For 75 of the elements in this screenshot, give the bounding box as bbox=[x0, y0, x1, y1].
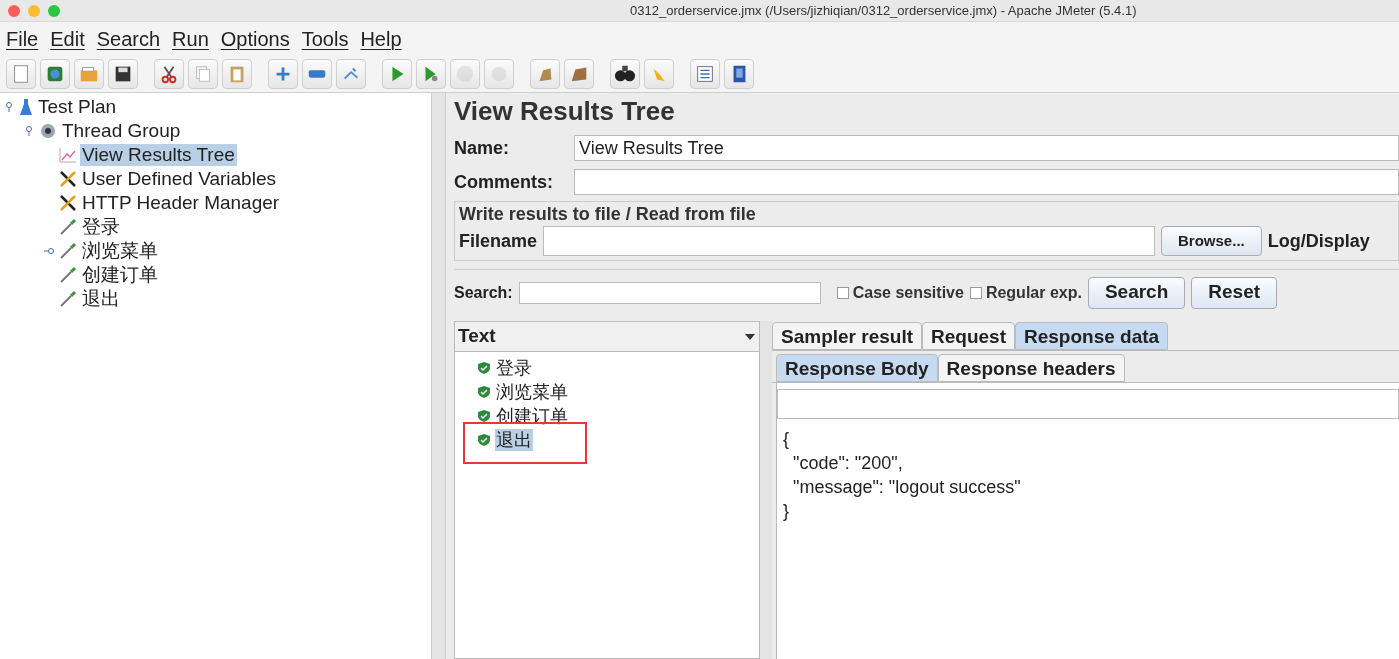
menu-item[interactable]: Run bbox=[172, 23, 209, 54]
caret-icon bbox=[744, 332, 756, 341]
checkbox-label: Case sensitive bbox=[852, 282, 964, 303]
response-search-field[interactable] bbox=[777, 389, 1399, 419]
code-line: { bbox=[783, 428, 790, 451]
checkbox[interactable] bbox=[969, 286, 982, 299]
result-item[interactable]: 退出 bbox=[495, 429, 533, 451]
panel-title: View Results Tree bbox=[454, 95, 676, 128]
binoculars-icon-button[interactable] bbox=[610, 58, 640, 89]
search-button[interactable]: Search bbox=[1087, 276, 1186, 309]
play-icon-button[interactable] bbox=[382, 58, 412, 89]
pipette-icon bbox=[59, 290, 77, 308]
tree-item[interactable]: Thread Group bbox=[60, 120, 183, 142]
menu-item[interactable]: Search bbox=[96, 23, 161, 54]
menu-item[interactable]: Tools bbox=[301, 23, 349, 54]
wrench-icon bbox=[59, 170, 77, 188]
toggle-icon-button[interactable] bbox=[336, 58, 366, 89]
field-label: Search: bbox=[454, 282, 513, 303]
expanded-toggle-icon[interactable] bbox=[4, 102, 14, 112]
browse-button[interactable]: Browse... bbox=[1161, 226, 1262, 256]
field-label: Name: bbox=[454, 136, 511, 160]
pipette-icon bbox=[59, 218, 77, 236]
tree-item[interactable]: Test Plan bbox=[36, 96, 119, 118]
tree-item[interactable]: 退出 bbox=[80, 288, 122, 310]
result-item[interactable]: 登录 bbox=[495, 357, 533, 379]
paste-icon-button[interactable] bbox=[222, 58, 252, 89]
comments-field[interactable] bbox=[574, 169, 1399, 195]
name-field[interactable]: View Results Tree bbox=[574, 135, 1399, 161]
tree-item[interactable]: View Results Tree bbox=[80, 144, 237, 166]
code-line: "message": "logout success" bbox=[792, 476, 1022, 499]
pipette-icon bbox=[59, 242, 77, 260]
collapsed-toggle-icon[interactable] bbox=[44, 246, 54, 256]
search-field[interactable] bbox=[518, 281, 821, 304]
field-label: Comments: bbox=[454, 170, 554, 194]
window-title: 0312_orderservice.jmx (/Users/jizhiqian/0312_orderservice.jmx) - Apache JMeter (5.4.1) bbox=[630, 1, 1137, 20]
result-item[interactable]: 浏览菜单 bbox=[495, 381, 569, 403]
plus-icon-button[interactable] bbox=[268, 58, 298, 89]
list-icon-button[interactable] bbox=[690, 58, 720, 89]
new-file-icon-button[interactable] bbox=[6, 58, 36, 89]
pipette-icon bbox=[59, 266, 77, 284]
menu-item[interactable]: Options bbox=[220, 23, 290, 54]
tree-item[interactable]: User Defined Variables bbox=[80, 168, 278, 190]
code-line: } bbox=[783, 500, 790, 523]
group-title: Write results to file / Read from file bbox=[459, 203, 757, 226]
tree-item[interactable]: 创建订单 bbox=[80, 264, 160, 286]
tree-item[interactable]: 浏览菜单 bbox=[80, 240, 160, 262]
code-line: "code": "200", bbox=[792, 452, 904, 475]
flask-icon bbox=[19, 98, 33, 116]
field-label: Filename bbox=[459, 229, 538, 253]
menu-item[interactable]: Help bbox=[360, 23, 402, 54]
play-no-pause-icon-button[interactable] bbox=[416, 58, 446, 89]
tab[interactable]: Sampler result bbox=[772, 322, 922, 350]
save-icon-button[interactable] bbox=[108, 58, 138, 89]
tree-item[interactable]: HTTP Header Manager bbox=[80, 192, 282, 214]
chart-icon bbox=[59, 147, 77, 163]
reset-button[interactable]: Reset bbox=[1191, 276, 1278, 309]
cut-icon-button[interactable] bbox=[154, 58, 184, 89]
tree-item[interactable]: 登录 bbox=[80, 216, 122, 238]
tab[interactable]: Response headers bbox=[937, 354, 1125, 382]
maximize-icon[interactable] bbox=[48, 4, 60, 17]
tab[interactable]: Response data bbox=[1014, 322, 1169, 350]
filename-field[interactable] bbox=[543, 226, 1156, 256]
menu-item[interactable]: Edit bbox=[50, 23, 85, 54]
tab[interactable]: Request bbox=[922, 322, 1015, 350]
minus-icon-button[interactable] bbox=[302, 58, 332, 89]
expanded-toggle-icon[interactable] bbox=[24, 126, 34, 136]
gear-icon bbox=[39, 122, 57, 140]
close-icon[interactable] bbox=[8, 4, 20, 17]
checkbox-label: Regular exp. bbox=[985, 282, 1082, 303]
renderer-dropdown[interactable]: Text bbox=[455, 322, 759, 352]
wrench-icon bbox=[59, 194, 77, 212]
checkbox[interactable] bbox=[836, 286, 849, 299]
tab[interactable]: Response Body bbox=[776, 354, 938, 382]
field-label: Log/Display bbox=[1267, 229, 1370, 253]
menu-item[interactable]: File bbox=[6, 23, 39, 54]
